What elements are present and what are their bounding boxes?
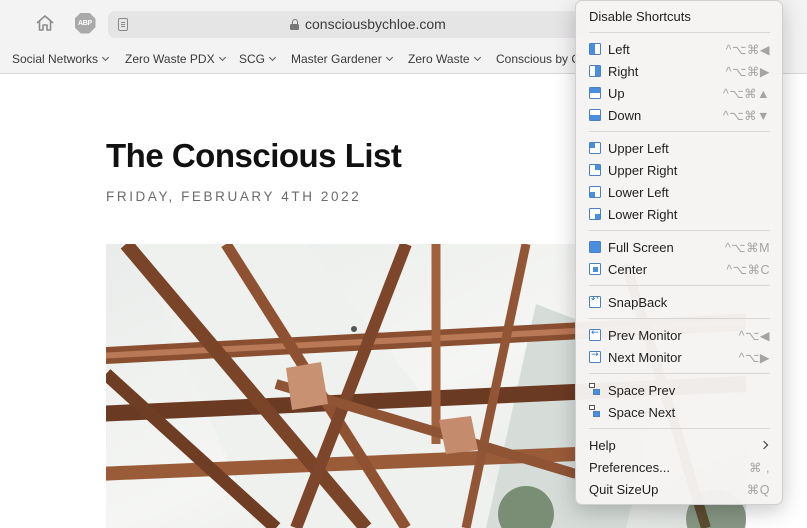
bookmark-label: SCG bbox=[239, 52, 266, 66]
chevron-down-icon bbox=[101, 53, 110, 62]
menu-separator bbox=[589, 373, 770, 374]
space-prev-icon bbox=[589, 383, 602, 396]
menu-item-label: Prev Monitor bbox=[608, 328, 682, 343]
menu-separator bbox=[589, 230, 770, 231]
chevron-down-icon bbox=[218, 53, 226, 62]
snap-lower-left-icon bbox=[589, 186, 601, 198]
chevron-right-icon bbox=[759, 440, 769, 450]
chevron-down-icon bbox=[473, 53, 481, 62]
menu-item-center[interactable]: Center ^⌥⌘C bbox=[576, 258, 784, 280]
bookmark-folder-master-gardener[interactable]: Master Gardener bbox=[291, 52, 393, 66]
menu-item-space-next[interactable]: Space Next bbox=[576, 401, 784, 423]
menu-item-shortcut: ^⌥◀ bbox=[738, 329, 770, 343]
snap-left-icon bbox=[589, 43, 601, 55]
menu-item-shortcut: ^⌥▶ bbox=[738, 351, 770, 365]
menu-item-left[interactable]: Left ^⌥⌘◀ bbox=[576, 38, 784, 60]
menu-item-lower-left[interactable]: Lower Left bbox=[576, 181, 784, 203]
menu-item-up[interactable]: Up ^⌥⌘▲ bbox=[576, 82, 784, 104]
menu-item-label: Help bbox=[589, 438, 616, 453]
menu-item-label: Quit SizeUp bbox=[589, 482, 659, 497]
menu-item-shortcut: ^⌥⌘M bbox=[724, 241, 770, 255]
adblock-button[interactable]: ABP bbox=[73, 11, 97, 35]
menu-item-space-prev[interactable]: Space Prev bbox=[576, 379, 784, 401]
sizeup-menu: Disable Shortcuts Left ^⌥⌘◀ Right ^⌥⌘▶ U… bbox=[575, 0, 783, 505]
menu-item-next-monitor[interactable]: → Next Monitor ^⌥▶ bbox=[576, 346, 784, 368]
bookmark-label: Zero Waste bbox=[408, 52, 470, 66]
bookmark-label: Conscious by C bbox=[496, 52, 581, 66]
home-button[interactable] bbox=[33, 11, 57, 35]
menu-item-label: Next Monitor bbox=[608, 350, 682, 365]
bookmark-folder-zero-waste[interactable]: Zero Waste bbox=[408, 52, 481, 66]
article-date: FRIDAY, FEBRUARY 4TH 2022 bbox=[106, 189, 362, 204]
snap-up-icon bbox=[589, 87, 601, 99]
menu-item-label: Upper Right bbox=[608, 163, 678, 178]
menu-item-full-screen[interactable]: Full Screen ^⌥⌘M bbox=[576, 236, 784, 258]
menu-item-disable-shortcuts[interactable]: Disable Shortcuts bbox=[576, 5, 784, 27]
menu-separator bbox=[589, 428, 770, 429]
menu-item-upper-left[interactable]: Upper Left bbox=[576, 137, 784, 159]
lock-icon bbox=[290, 19, 299, 30]
prev-monitor-icon: ← bbox=[589, 329, 601, 341]
menu-item-lower-right[interactable]: Lower Right bbox=[576, 203, 784, 225]
chevron-down-icon bbox=[268, 53, 277, 62]
menu-item-label: SnapBack bbox=[608, 295, 668, 310]
menu-separator bbox=[589, 32, 770, 33]
reader-page-icon[interactable] bbox=[118, 18, 128, 31]
menu-item-label: Preferences... bbox=[589, 460, 670, 475]
menu-item-label: Right bbox=[608, 64, 639, 79]
menu-item-quit[interactable]: Quit SizeUp ⌘Q bbox=[576, 478, 784, 500]
menu-item-down[interactable]: Down ^⌥⌘▼ bbox=[576, 104, 784, 126]
menu-item-label: Down bbox=[608, 108, 642, 123]
menu-item-upper-right[interactable]: Upper Right bbox=[576, 159, 784, 181]
bookmark-folder-scg[interactable]: SCG bbox=[239, 52, 277, 66]
menu-item-snapback[interactable]: ↶ SnapBack bbox=[576, 291, 784, 313]
chevron-down-icon bbox=[385, 53, 393, 62]
home-icon bbox=[36, 15, 54, 31]
next-monitor-icon: → bbox=[589, 351, 601, 363]
menu-item-prev-monitor[interactable]: ← Prev Monitor ^⌥◀ bbox=[576, 324, 784, 346]
snap-down-icon bbox=[589, 109, 601, 121]
menu-item-label: Upper Left bbox=[608, 141, 669, 156]
menu-separator bbox=[589, 131, 770, 132]
snap-upper-right-icon bbox=[589, 164, 601, 176]
menu-item-label: Lower Right bbox=[608, 207, 678, 222]
menu-item-shortcut: ^⌥⌘◀ bbox=[725, 43, 770, 57]
bookmark-conscious-by-chloe[interactable]: Conscious by C bbox=[496, 52, 580, 66]
menu-separator bbox=[589, 318, 770, 319]
menu-item-shortcut: ⌘Q bbox=[746, 483, 770, 497]
menu-item-label: Disable Shortcuts bbox=[589, 9, 691, 24]
snapback-icon: ↶ bbox=[589, 296, 601, 308]
bookmark-label: Social Networks bbox=[12, 52, 99, 66]
bookmark-folder-zero-waste-pdx[interactable]: Zero Waste PDX bbox=[125, 52, 226, 66]
url-text: consciousbychloe.com bbox=[305, 16, 446, 32]
menu-item-label: Full Screen bbox=[608, 240, 674, 255]
snap-right-icon bbox=[589, 65, 601, 77]
menu-item-label: Space Next bbox=[608, 405, 676, 420]
adblock-icon: ABP bbox=[74, 12, 96, 34]
snap-upper-left-icon bbox=[589, 142, 601, 154]
menu-separator bbox=[589, 285, 770, 286]
bookmark-label: Master Gardener bbox=[291, 52, 382, 66]
menu-item-label: Lower Left bbox=[608, 185, 669, 200]
address-bar[interactable]: consciousbychloe.com bbox=[108, 11, 588, 38]
menu-item-shortcut: ⌘ , bbox=[749, 461, 770, 475]
menu-item-label: Left bbox=[608, 42, 630, 57]
menu-item-shortcut: ^⌥⌘▲ bbox=[722, 87, 770, 101]
bookmark-folder-social-networks[interactable]: Social Networks bbox=[12, 52, 110, 66]
menu-item-help[interactable]: Help bbox=[576, 434, 784, 456]
bookmark-label: Zero Waste PDX bbox=[125, 52, 215, 66]
menu-item-shortcut: ^⌥⌘C bbox=[726, 263, 770, 277]
menu-item-preferences[interactable]: Preferences... ⌘ , bbox=[576, 456, 784, 478]
menu-item-label: Space Prev bbox=[608, 383, 676, 398]
menu-item-label: Up bbox=[608, 86, 625, 101]
menu-item-shortcut: ^⌥⌘▶ bbox=[725, 65, 770, 79]
snap-lower-right-icon bbox=[589, 208, 601, 220]
menu-item-right[interactable]: Right ^⌥⌘▶ bbox=[576, 60, 784, 82]
full-screen-icon bbox=[589, 241, 601, 253]
menu-item-shortcut: ^⌥⌘▼ bbox=[722, 109, 770, 123]
menu-item-label: Center bbox=[608, 262, 648, 277]
center-window-icon bbox=[589, 263, 601, 275]
space-next-icon bbox=[589, 405, 602, 418]
article-title: The Conscious List bbox=[106, 137, 402, 174]
